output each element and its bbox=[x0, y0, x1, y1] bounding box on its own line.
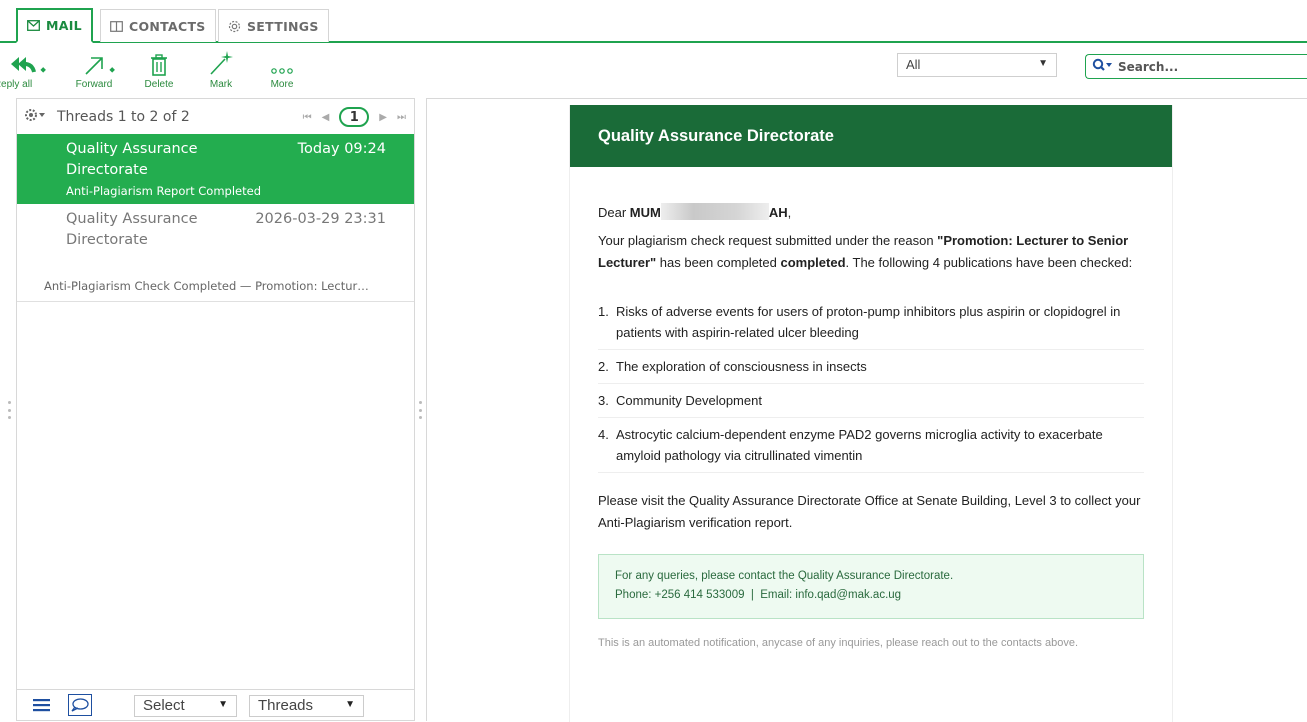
contact-line: For any queries, please contact the Qual… bbox=[615, 570, 954, 582]
contact-info-box: For any queries, please contact the Qual… bbox=[598, 554, 1144, 619]
thread-count: Threads 1 to 2 of 2 bbox=[57, 108, 190, 125]
forward-button[interactable]: ⬥ Forward bbox=[72, 48, 116, 93]
tab-settings-label: SETTINGS bbox=[247, 18, 319, 34]
delete-label: Delete bbox=[144, 79, 174, 90]
thread-row[interactable]: Quality Assurance Directorate Today 09:2… bbox=[17, 134, 414, 204]
thread-preview: Anti-Plagiarism Check Completed — Promot… bbox=[44, 279, 369, 293]
prev-page-icon[interactable]: ◀ bbox=[322, 112, 330, 123]
reply-all-label: Reply all bbox=[0, 79, 33, 90]
mailbox-filter-select[interactable]: All ▼ bbox=[897, 53, 1057, 77]
publications-list: 1. Risks of adverse events for users of p… bbox=[598, 295, 1144, 473]
recipient-name-start: MUM bbox=[629, 205, 661, 220]
list-item: 2. The exploration of consciousness in in… bbox=[598, 350, 1144, 384]
thread-date: Today 09:24 bbox=[297, 141, 386, 157]
email-greeting: Dear MUM AH, bbox=[598, 203, 792, 220]
thread-list-footer: Select ▼ Threads ▼ bbox=[17, 689, 414, 720]
filter-value: All bbox=[906, 57, 921, 72]
contact-line: Phone: +256 414 533009 | Email: info.qad… bbox=[615, 589, 902, 601]
forward-icon: ⬥ bbox=[83, 48, 115, 76]
chevron-down-icon: ▼ bbox=[1038, 58, 1048, 69]
thread-date: 2026-03-29 23:31 bbox=[255, 211, 386, 227]
chevron-down-icon: ▼ bbox=[218, 699, 228, 710]
menu-icon[interactable] bbox=[33, 697, 51, 717]
first-page-icon[interactable]: ⏮ bbox=[303, 112, 312, 123]
reply-all-dropdown-icon[interactable]: ⬥ bbox=[40, 66, 46, 74]
tab-contacts-label: CONTACTS bbox=[129, 18, 206, 34]
list-resize-handle[interactable] bbox=[419, 401, 423, 419]
email-banner-title: Quality Assurance Directorate bbox=[570, 105, 1172, 167]
email-paragraph-request: Your plagiarism check request submitted … bbox=[598, 233, 1133, 270]
last-page-icon[interactable]: ⏭ bbox=[397, 112, 406, 123]
recipient-name-end: AH bbox=[768, 205, 788, 220]
forward-dropdown-icon[interactable]: ⬥ bbox=[109, 66, 115, 74]
select-dropdown[interactable]: Select ▼ bbox=[134, 695, 237, 717]
automated-notice: This is an automated notification, anyca… bbox=[598, 637, 1079, 649]
delete-button[interactable]: Delete bbox=[139, 48, 179, 93]
page-number-input[interactable]: 1 bbox=[339, 107, 370, 127]
thread-list-panel: Threads 1 to 2 of 2 ⏮ ◀ 1 ▶ ⏭ Quality As… bbox=[16, 98, 415, 721]
mark-button[interactable]: Mark bbox=[202, 48, 240, 93]
next-page-icon[interactable]: ▶ bbox=[379, 112, 387, 123]
reply-all-button[interactable]: ⬥ Reply all bbox=[0, 48, 48, 93]
left-resize-handle[interactable] bbox=[8, 401, 12, 419]
pager: ⏮ ◀ 1 ▶ ⏭ bbox=[303, 107, 406, 127]
list-item: 3. Community Development bbox=[598, 384, 1144, 418]
tab-contacts[interactable]: CONTACTS bbox=[100, 9, 216, 42]
thread-list-header: Threads 1 to 2 of 2 ⏮ ◀ 1 ▶ ⏭ bbox=[17, 99, 414, 134]
thread-sender: Quality Assurance Directorate bbox=[66, 141, 198, 178]
envelope-icon bbox=[27, 20, 40, 31]
message-view-panel: Quality Assurance Directorate Dear MUM AH… bbox=[426, 98, 1307, 722]
mark-label: Mark bbox=[209, 79, 233, 90]
select-label: Select bbox=[143, 697, 185, 714]
search-icon[interactable] bbox=[1092, 58, 1114, 75]
threads-mode-label: Threads bbox=[258, 697, 314, 714]
top-tabbar: MAIL CONTACTS SETTINGS bbox=[0, 0, 1307, 43]
more-dots-icon bbox=[271, 48, 293, 76]
more-label: More bbox=[270, 79, 294, 90]
chat-bubble-icon[interactable] bbox=[68, 694, 92, 716]
tab-settings[interactable]: SETTINGS bbox=[218, 9, 329, 42]
list-options-gear-icon[interactable] bbox=[25, 108, 47, 125]
book-icon bbox=[110, 20, 123, 32]
threads-mode-dropdown[interactable]: Threads ▼ bbox=[249, 695, 364, 717]
gear-icon bbox=[228, 20, 241, 33]
search-box[interactable]: Search... bbox=[1085, 54, 1307, 79]
more-button[interactable]: More bbox=[262, 48, 302, 93]
tab-mail[interactable]: MAIL bbox=[16, 8, 93, 43]
trash-icon bbox=[151, 48, 167, 76]
forward-label: Forward bbox=[75, 79, 113, 90]
mail-toolbar: ⬥ Reply all ⬥ Forward Delete Mark More bbox=[0, 48, 320, 93]
thread-subject: Anti-Plagiarism Report Completed bbox=[66, 184, 262, 198]
tab-mail-label: MAIL bbox=[46, 18, 82, 33]
chevron-down-icon: ▼ bbox=[345, 699, 355, 710]
list-item: 1. Risks of adverse events for users of p… bbox=[598, 295, 1144, 350]
thread-sender: Quality Assurance Directorate bbox=[66, 211, 198, 248]
thread-row[interactable]: Quality Assurance Directorate 2026-03-29… bbox=[17, 204, 414, 302]
list-item: 4. Astrocytic calcium-dependent enzyme PA… bbox=[598, 418, 1144, 473]
reply-all-icon: ⬥ bbox=[10, 48, 46, 76]
search-input[interactable]: Search... bbox=[1118, 60, 1178, 74]
email-paragraph-visit: Please visit the Quality Assurance Direc… bbox=[598, 493, 1141, 530]
email-content: Quality Assurance Directorate Dear MUM AH… bbox=[569, 105, 1173, 722]
redacted-name-blur bbox=[660, 203, 769, 220]
magic-wand-icon bbox=[208, 48, 234, 76]
